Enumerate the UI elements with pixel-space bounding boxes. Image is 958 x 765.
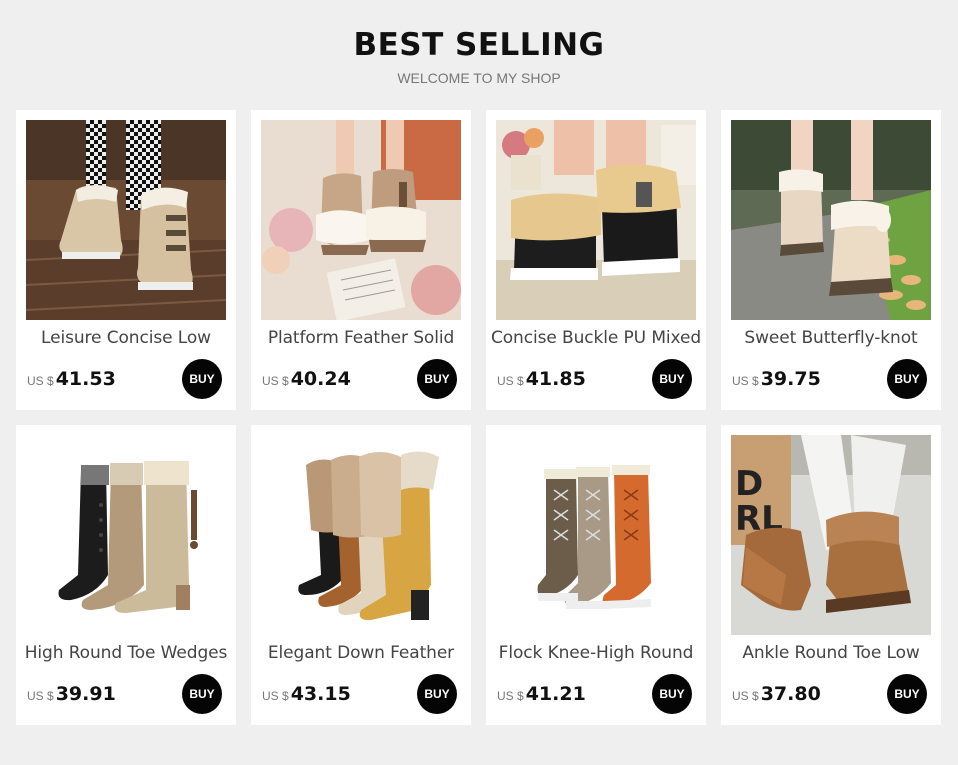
brown-fur-ankle-boots-icon: D RL: [731, 435, 931, 635]
product-card[interactable]: Elegant Down Feather US $43.15 BUY: [251, 425, 471, 725]
svg-text:D: D: [735, 464, 763, 504]
price-amount: 39.91: [55, 683, 116, 705]
product-card[interactable]: High Round Toe Wedges US $39.91 BUY: [16, 425, 236, 725]
price-amount: 41.21: [525, 683, 586, 705]
beige-buckle-snow-boots-icon: [26, 120, 226, 320]
black-fur-cuff-boots-icon: [496, 120, 696, 320]
page-title: BEST SELLING: [353, 27, 605, 63]
product-image[interactable]: [731, 120, 931, 320]
price-currency: US $: [497, 374, 524, 388]
product-image[interactable]: [496, 435, 696, 635]
knee-high-wedge-boots-icon: [26, 435, 226, 635]
beige-bow-ankle-boots-icon: [731, 120, 931, 320]
price-amount: 37.80: [760, 683, 821, 705]
product-name[interactable]: Sweet Butterfly-knot: [725, 328, 937, 348]
product-image[interactable]: [261, 435, 461, 635]
price-currency: US $: [27, 689, 54, 703]
product-price: US $41.21: [497, 683, 586, 705]
buy-button[interactable]: BUY: [417, 674, 457, 714]
price-amount: 40.24: [290, 368, 351, 390]
product-name[interactable]: Leisure Concise Low: [20, 328, 232, 348]
price-amount: 41.53: [55, 368, 116, 390]
page-header: BEST SELLING WELCOME TO MY SHOP: [0, 0, 958, 100]
product-price: US $37.80: [732, 683, 821, 705]
product-price: US $40.24: [262, 368, 351, 390]
lace-up-flock-knee-boots-icon: [496, 435, 696, 635]
lace-up-fur-knee-boots-icon: [261, 435, 461, 635]
product-name[interactable]: High Round Toe Wedges: [20, 643, 232, 663]
buy-button[interactable]: BUY: [182, 359, 222, 399]
product-card[interactable]: Sweet Butterfly-knot US $39.75 BUY: [721, 110, 941, 410]
buy-button[interactable]: BUY: [417, 359, 457, 399]
price-amount: 41.85: [525, 368, 586, 390]
product-price: US $41.53: [27, 368, 116, 390]
product-grid: Leisure Concise Low US $41.53 BUY Platfo…: [16, 110, 941, 725]
product-name[interactable]: Platform Feather Solid: [255, 328, 467, 348]
price-amount: 39.75: [760, 368, 821, 390]
tan-fur-ankle-boots-icon: [261, 120, 461, 320]
price-currency: US $: [262, 689, 289, 703]
buy-button[interactable]: BUY: [652, 359, 692, 399]
product-price: US $39.91: [27, 683, 116, 705]
product-price: US $43.15: [262, 683, 351, 705]
product-card[interactable]: Flock Knee-High Round US $41.21 BUY: [486, 425, 706, 725]
product-image[interactable]: [26, 435, 226, 635]
product-card[interactable]: Leisure Concise Low US $41.53 BUY: [16, 110, 236, 410]
buy-button[interactable]: BUY: [652, 674, 692, 714]
product-card[interactable]: Concise Buckle PU Mixed US $41.85 BUY: [486, 110, 706, 410]
price-currency: US $: [732, 374, 759, 388]
page-subtitle: WELCOME TO MY SHOP: [397, 70, 561, 86]
product-card[interactable]: Platform Feather Solid US $40.24 BUY: [251, 110, 471, 410]
product-image[interactable]: [26, 120, 226, 320]
buy-button[interactable]: BUY: [182, 674, 222, 714]
product-card[interactable]: D RL Ankle Round Toe Low US $37.80 BUY: [721, 425, 941, 725]
product-image[interactable]: [261, 120, 461, 320]
product-name[interactable]: Ankle Round Toe Low: [725, 643, 937, 663]
product-name[interactable]: Elegant Down Feather: [255, 643, 467, 663]
price-currency: US $: [732, 689, 759, 703]
price-currency: US $: [497, 689, 524, 703]
price-currency: US $: [262, 374, 289, 388]
price-currency: US $: [27, 374, 54, 388]
product-name[interactable]: Concise Buckle PU Mixed: [490, 328, 702, 348]
price-amount: 43.15: [290, 683, 351, 705]
product-price: US $39.75: [732, 368, 821, 390]
buy-button[interactable]: BUY: [887, 674, 927, 714]
buy-button[interactable]: BUY: [887, 359, 927, 399]
product-price: US $41.85: [497, 368, 586, 390]
product-image[interactable]: [496, 120, 696, 320]
product-name[interactable]: Flock Knee-High Round: [490, 643, 702, 663]
product-image[interactable]: D RL: [731, 435, 931, 635]
